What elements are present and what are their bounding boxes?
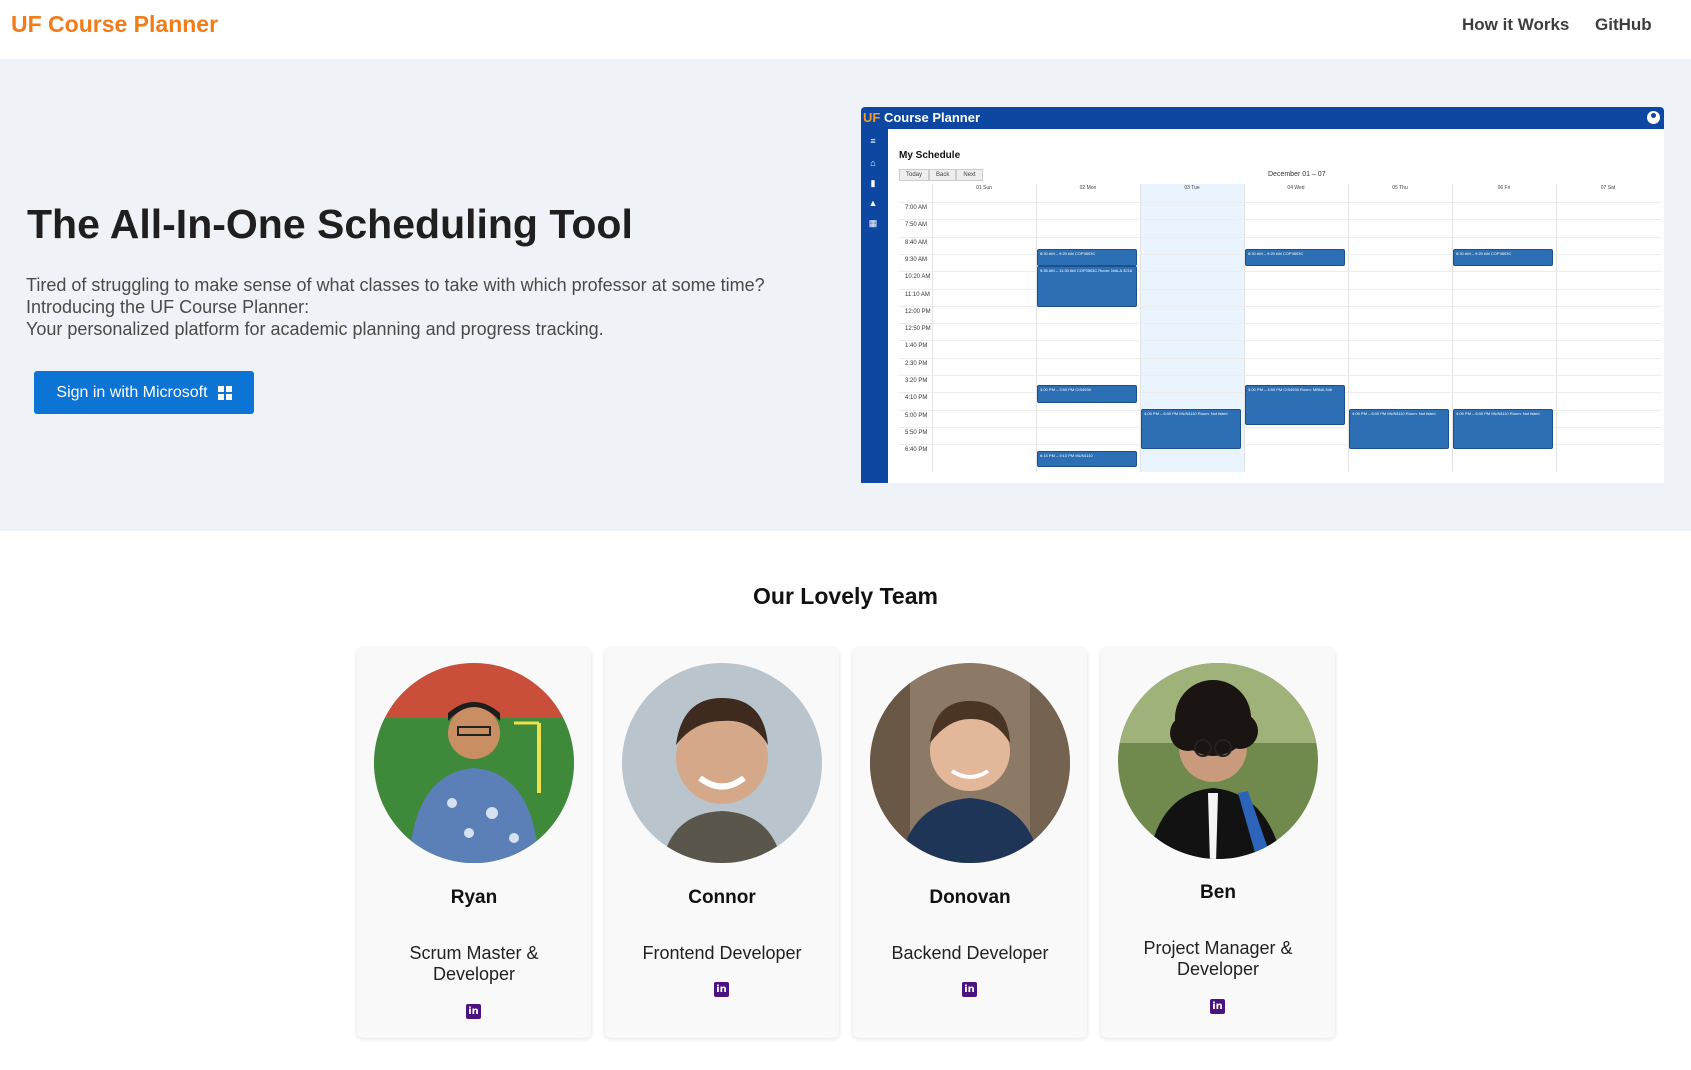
preview-menu-icon: ≡	[870, 136, 876, 146]
member-name: Connor	[688, 887, 756, 908]
preview-time-label: 2:30 PM	[905, 360, 928, 367]
preview-day-header: 01 Sun	[976, 185, 992, 191]
nav-link-github[interactable]: GitHub	[1595, 15, 1652, 35]
preview-time-row	[899, 288, 1661, 290]
member-role: Scrum Master & Developer	[409, 943, 539, 984]
preview-date-range: December 01 – 07	[1268, 171, 1326, 178]
app-preview-screenshot: UF Course Planner ≡ ⌂ ▮ ▲ ▦ My Schedule …	[861, 107, 1664, 483]
preview-home-icon: ⌂	[870, 158, 876, 168]
preview-time-label: 6:40 PM	[905, 447, 928, 454]
hero-title: The All-In-One Scheduling Tool	[27, 201, 633, 247]
preview-day-header: 06 Fri	[1497, 185, 1511, 191]
top-navbar: UF Course Planner How it Works GitHub	[0, 0, 1691, 59]
linkedin-icon[interactable]: in	[962, 982, 977, 997]
preview-time-label: 10:20 AM	[905, 274, 931, 281]
preview-calendar-event: 4:05 PM – 6:00 PM MUN1110 Room: Not list…	[1141, 409, 1241, 450]
preview-app-title: UF Course Planner	[863, 110, 981, 125]
preview-header: UF Course Planner	[861, 107, 1664, 129]
avatar	[1118, 663, 1318, 859]
preview-day-header: 07 Sat	[1600, 185, 1616, 191]
preview-time-row	[899, 271, 1661, 273]
preview-day-column	[932, 184, 1036, 472]
preview-calendar-grid: 01 Sun 02 Mon 03 Tue 04 Wed 05 Thu 06 Fri 07 S…	[899, 184, 1661, 472]
preview-time-label: 7:00 AM	[905, 205, 928, 211]
preview-calendar-event: 4:05 PM – 6:00 PM MUN1110 Room: Not list…	[1349, 409, 1449, 450]
member-role: Frontend Developer	[642, 943, 802, 963]
preview-nav-buttons: Today Back Next	[899, 169, 983, 181]
preview-calendar-event: 3:00 PM – 4:55 PM CIS4930 Room: MBNA 346	[1245, 385, 1345, 426]
team-card-connor: Connor Frontend Developer in	[605, 648, 839, 1038]
preview-time-row	[899, 219, 1661, 221]
member-role: Project Manager & Developer	[1143, 938, 1293, 979]
team-card-donovan: Donovan Backend Developer in	[853, 648, 1087, 1038]
preview-time-row	[899, 236, 1661, 238]
preview-time-label: 7:50 AM	[905, 222, 928, 229]
preview-user-icon	[1647, 111, 1660, 124]
preview-calendar-event: 4:05 PM – 6:00 PM MUN1110 Room: Not list…	[1453, 409, 1553, 450]
member-role: Backend Developer	[891, 943, 1049, 963]
hero-description: Tired of struggling to make sense of wha…	[26, 274, 826, 340]
avatar	[622, 663, 822, 863]
preview-book-icon: ▮	[870, 178, 876, 188]
preview-time-label: 4:10 PM	[905, 395, 928, 402]
hero-section: The All-In-One Scheduling Tool Tired of …	[0, 59, 1691, 531]
linkedin-icon[interactable]: in	[1210, 999, 1225, 1014]
preview-time-row	[899, 340, 1661, 342]
hero-description-line: Introducing the UF Course Planner:	[26, 297, 310, 317]
preview-calendar-event: 3:00 PM – 3:50 PM CIS4930	[1037, 385, 1137, 403]
preview-calendar-event: 6:15 PM – 9:10 PM MUN1110	[1037, 451, 1137, 467]
preview-calendar-event: 9:35 AM – 11:30 AM COP3503C Room: MALA 3…	[1037, 265, 1137, 308]
preview-day-column	[1244, 184, 1348, 472]
preview-time-row	[899, 305, 1661, 307]
preview-day-header: 03 Tue	[1184, 185, 1200, 191]
preview-sidebar: ≡ ⌂ ▮ ▲ ▦	[861, 129, 888, 483]
preview-day-header: 02 Mon	[1079, 185, 1097, 191]
preview-time-row	[899, 202, 1661, 203]
preview-graduation-icon: ▲	[868, 198, 878, 208]
preview-time-label: 3:20 PM	[905, 378, 928, 384]
preview-time-label: 9:30 AM	[905, 256, 928, 263]
preview-schedule-panel: My Schedule Today Back Next December 01 …	[888, 129, 1664, 483]
preview-time-label: 1:40 PM	[905, 343, 928, 350]
preview-calendar-event: 8:30 AM – 9:20 AM COP3503C	[1245, 248, 1345, 266]
windows-logo-icon	[217, 385, 232, 400]
team-section-title: Our Lovely Team	[753, 583, 938, 609]
preview-schedule-heading: My Schedule	[899, 150, 961, 161]
sign-in-microsoft-button[interactable]: Sign in with Microsoft	[34, 371, 254, 414]
sign-in-button-label: Sign in with Microsoft	[56, 383, 208, 401]
member-name: Ben	[1200, 882, 1236, 903]
hero-description-line: Your personalized platform for academic …	[26, 319, 604, 339]
linkedin-icon[interactable]: in	[714, 982, 729, 997]
preview-time-label: 12:00 PM	[905, 308, 931, 315]
preview-time-label: 11:10 AM	[905, 291, 930, 298]
preview-time-row	[899, 375, 1661, 376]
team-card-ryan: Ryan Scrum Master & Developer in	[357, 648, 591, 1038]
preview-next-button: Next	[956, 169, 983, 181]
preview-calendar-event: 8:30 AM – 9:20 AM COP3503C	[1453, 248, 1553, 266]
preview-time-label: 5:00 PM	[905, 412, 928, 419]
preview-today-button: Today	[899, 169, 930, 181]
nav-link-how-it-works[interactable]: How it Works	[1462, 15, 1569, 35]
preview-calendar-event: 8:30 AM – 9:20 AM COP3503C	[1037, 248, 1137, 266]
linkedin-icon[interactable]: in	[466, 1004, 481, 1019]
preview-time-label: 5:50 PM	[905, 429, 928, 436]
member-name: Ryan	[450, 887, 498, 908]
preview-time-row	[899, 323, 1661, 325]
team-card-ben: Ben Project Manager & Developer in	[1101, 648, 1335, 1038]
avatar	[374, 663, 574, 863]
brand-logo-text[interactable]: UF Course Planner	[11, 11, 218, 38]
member-name: Donovan	[929, 887, 1011, 908]
preview-day-column	[1036, 184, 1140, 472]
preview-day-column	[1556, 184, 1660, 472]
preview-day-header: 04 Wed	[1287, 185, 1305, 191]
preview-time-label: 12:50 PM	[905, 326, 931, 333]
hero-description-line: Tired of struggling to make sense of wha…	[26, 275, 765, 295]
preview-back-button: Back	[929, 169, 957, 181]
preview-time-row	[899, 357, 1661, 359]
preview-calendar-icon: ▦	[868, 218, 878, 228]
preview-time-label: 8:40 AM	[905, 239, 928, 246]
preview-day-header: 05 Thu	[1392, 185, 1408, 191]
avatar	[870, 663, 1070, 863]
